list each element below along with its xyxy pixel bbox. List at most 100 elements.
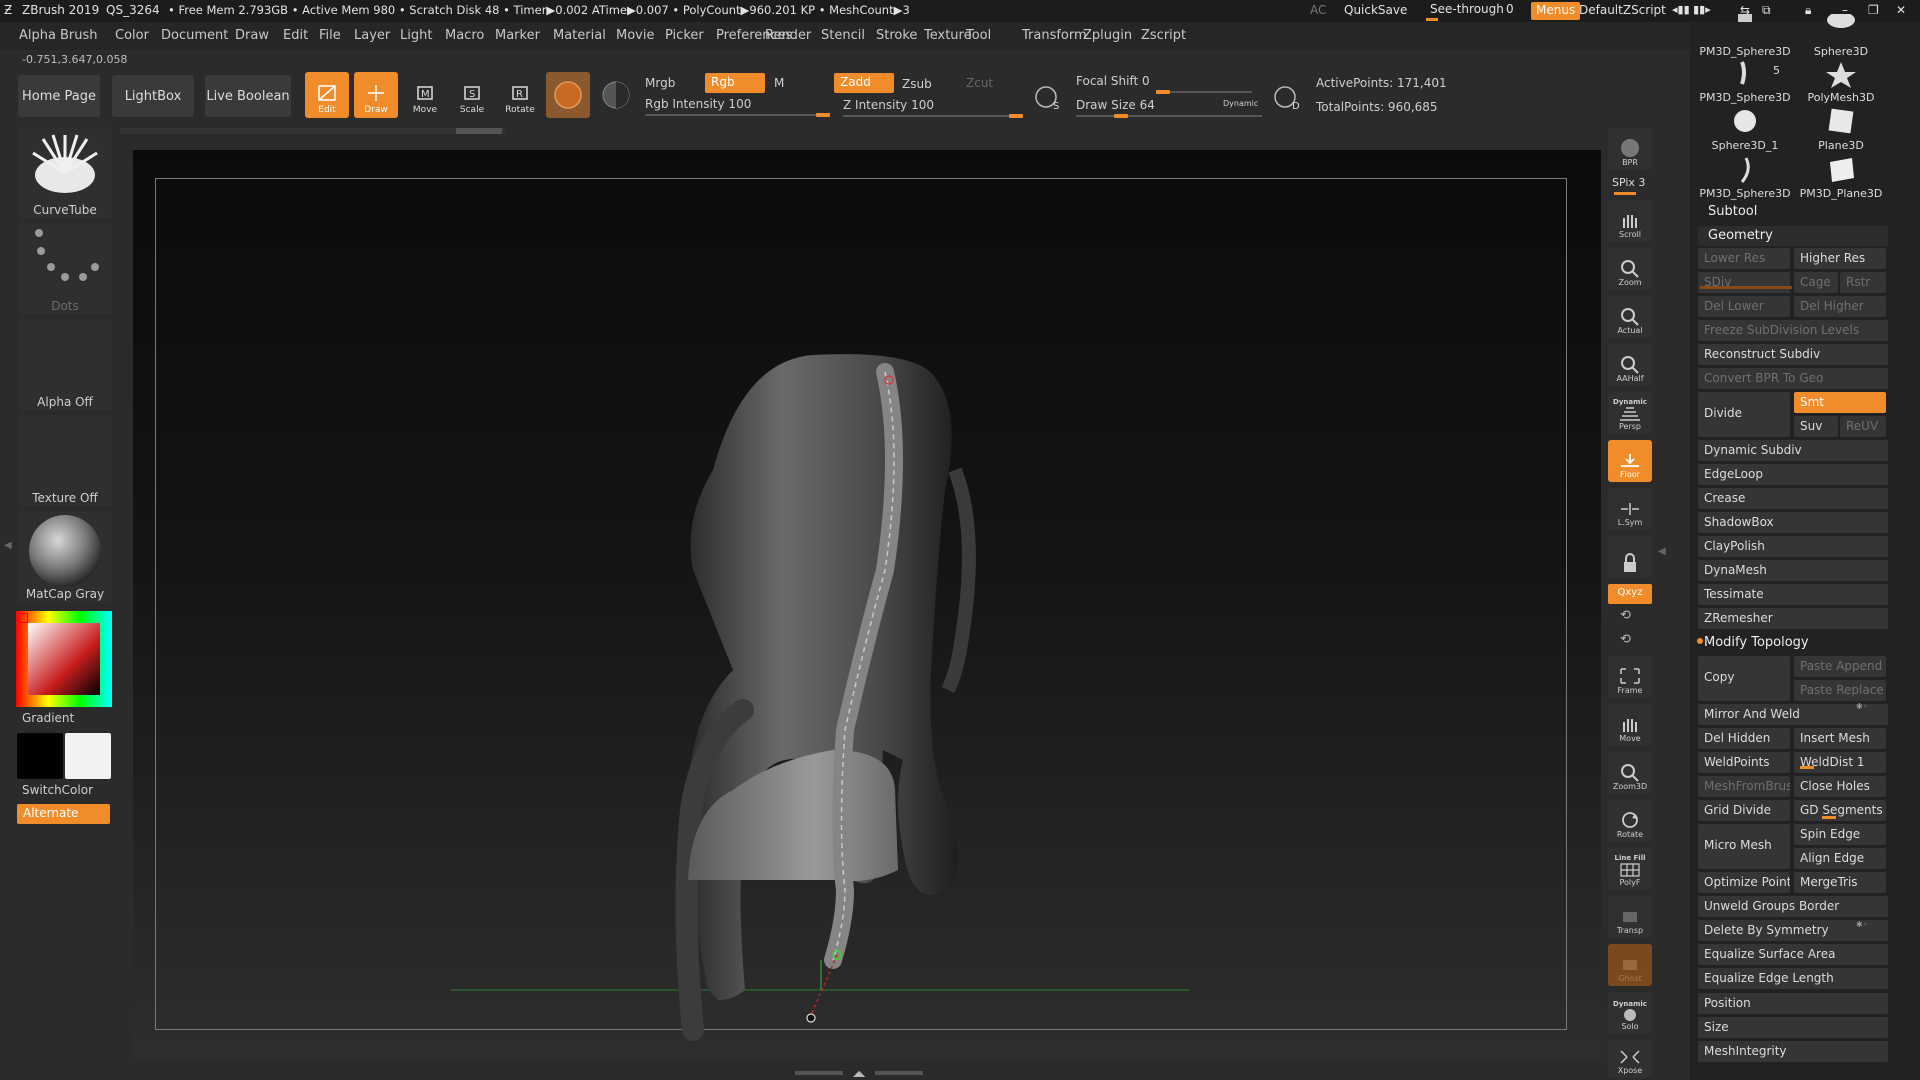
gradient-toggle[interactable]: Gradient — [22, 711, 74, 725]
del-hidden-button[interactable]: Del Hidden — [1698, 728, 1790, 749]
zoom3d-button[interactable]: Zoom3D — [1608, 752, 1652, 794]
mrgb-toggle[interactable]: Mrgb — [645, 76, 675, 90]
reuv-button[interactable]: ReUV — [1840, 416, 1886, 437]
switchcolor-button[interactable]: SwitchColor — [22, 783, 93, 797]
local-symmetry-button[interactable]: L.Sym — [1608, 488, 1652, 530]
stroke-selector[interactable]: Dots — [18, 223, 112, 315]
tool-thumbnail[interactable]: Sphere3D — [1794, 12, 1888, 60]
floor-button[interactable]: Floor — [1608, 440, 1652, 482]
actual-size-button[interactable]: Actual — [1608, 296, 1652, 338]
rstr-button[interactable]: Rstr — [1840, 272, 1886, 293]
rgb-toggle[interactable]: Rgb — [705, 73, 765, 93]
material-selector[interactable]: MatCap Gray — [18, 511, 112, 603]
dynamic-subdiv-button[interactable]: Dynamic Subdiv — [1698, 440, 1888, 461]
menu-light[interactable]: Light — [400, 28, 432, 43]
spix-slider[interactable]: SPix 3 — [1608, 176, 1652, 196]
tool-thumbnail[interactable]: PM3D_Sphere3D — [1698, 156, 1792, 202]
frame-button[interactable]: Frame — [1608, 656, 1652, 698]
menu-zplugin[interactable]: Zplugin — [1083, 28, 1132, 43]
tool-thumbnail[interactable]: PM3D_Sphere3D — [1698, 14, 1792, 60]
menu-material[interactable]: Material — [553, 28, 606, 43]
mergetris-button[interactable]: MergeTris — [1794, 872, 1886, 893]
menu-zscript[interactable]: Zscript — [1141, 28, 1186, 43]
cage-button[interactable]: Cage — [1794, 272, 1838, 293]
menu-texture[interactable]: Texture — [924, 28, 972, 43]
lightbox-button[interactable]: LightBox — [112, 75, 194, 117]
zremesher-button[interactable]: ZRemesher — [1698, 608, 1888, 629]
close-icon[interactable]: ✕ — [1896, 3, 1906, 17]
meshintegrity-button[interactable]: MeshIntegrity — [1698, 1041, 1888, 1062]
texture-selector[interactable]: Texture Off — [18, 415, 112, 507]
z-intensity-slider[interactable]: Z Intensity 100 — [843, 97, 1023, 118]
mirror-options-icon[interactable]: ✱◦ — [1856, 702, 1867, 711]
shadowbox-button[interactable]: ShadowBox — [1698, 512, 1888, 533]
live-boolean-button[interactable]: Live Boolean — [205, 75, 291, 117]
move-view-button[interactable]: Move — [1608, 704, 1652, 746]
smt-button[interactable]: Smt — [1794, 392, 1886, 413]
aahalf-button[interactable]: AAHalf — [1608, 344, 1652, 386]
zcut-toggle[interactable]: Zcut — [966, 76, 993, 90]
weldpoints-button[interactable]: WeldPoints — [1698, 752, 1790, 773]
subtool-header[interactable]: Subtool — [1708, 204, 1757, 219]
menu-render[interactable]: Render — [765, 28, 811, 43]
menu-document[interactable]: Document — [161, 28, 228, 43]
material-swatch-button[interactable] — [546, 72, 590, 118]
size-button[interactable]: Size — [1698, 1017, 1888, 1038]
home-page-button[interactable]: Home Page — [18, 75, 100, 117]
bpr-render-button[interactable]: BPR — [1608, 128, 1652, 170]
perspective-button[interactable]: Dynamic Persp — [1608, 392, 1652, 434]
reconstruct-button[interactable]: Reconstruct Subdiv — [1698, 344, 1888, 365]
lazy-mouse-s-icon[interactable]: S — [1033, 82, 1063, 112]
divide-button[interactable]: Divide — [1698, 392, 1790, 437]
menu-macro[interactable]: Macro — [445, 28, 484, 43]
align-edge-button[interactable]: Align Edge — [1794, 848, 1886, 869]
zoom-button[interactable]: Zoom — [1608, 248, 1652, 290]
alpha-selector[interactable]: Alpha Off — [18, 319, 112, 411]
zsub-toggle[interactable]: Zsub — [902, 77, 932, 91]
secondary-color-swatch[interactable] — [65, 733, 111, 779]
transparency-button[interactable]: Transp — [1608, 896, 1652, 938]
right-tray-collapse-icon[interactable]: ◀ — [1658, 546, 1666, 557]
shelf-scrollbar[interactable] — [120, 128, 505, 134]
spin-edge-button[interactable]: Spin Edge — [1794, 824, 1886, 845]
z-rotation-icon[interactable]: ⟲ — [1620, 632, 1631, 647]
menu-movie[interactable]: Movie — [616, 28, 654, 43]
crease-button[interactable]: Crease — [1698, 488, 1888, 509]
menu-stencil[interactable]: Stencil — [821, 28, 865, 43]
menus-toggle[interactable]: Menus — [1531, 2, 1581, 20]
zadd-toggle[interactable]: Zadd — [834, 73, 894, 93]
color-picker[interactable] — [16, 611, 112, 707]
claypolish-button[interactable]: ClayPolish — [1698, 536, 1888, 557]
del-higher-button[interactable]: Del Higher — [1794, 296, 1886, 317]
menu-file[interactable]: File — [319, 28, 341, 43]
scroll-button[interactable]: Scroll — [1608, 200, 1652, 242]
bottom-tray-handle[interactable]: ◢◣ — [795, 1069, 925, 1078]
menu-stroke[interactable]: Stroke — [876, 28, 917, 43]
backface-d-icon[interactable]: D — [1272, 82, 1302, 112]
welddist-button[interactable]: WeldDist 1 — [1794, 752, 1886, 773]
draw-size-slider[interactable]: Draw Size 64 Dynamic — [1076, 97, 1262, 118]
del-lower-button[interactable]: Del Lower — [1698, 296, 1790, 317]
suv-button[interactable]: Suv — [1794, 416, 1838, 437]
tool-thumbnail[interactable]: 5 PM3D_Sphere3D — [1698, 60, 1792, 106]
menu-transform[interactable]: Transform — [1022, 28, 1087, 43]
scale-mode-button[interactable]: S Scale — [450, 72, 494, 118]
paste-replace-button[interactable]: Paste Replace — [1794, 680, 1886, 701]
copy-button[interactable]: Copy — [1698, 656, 1790, 701]
tool-thumbnail[interactable]: Sphere3D_1 — [1698, 108, 1792, 154]
default-zscript-button[interactable]: DefaultZScript — [1579, 3, 1666, 17]
equalize-edge-button[interactable]: Equalize Edge Length — [1698, 968, 1888, 989]
xpose-button[interactable]: Xpose — [1608, 1040, 1652, 1078]
menu-alpha[interactable]: Alpha — [19, 28, 56, 43]
geometry-header[interactable]: Geometry — [1698, 226, 1888, 246]
higher-res-button[interactable]: Higher Res — [1794, 248, 1886, 269]
m-toggle[interactable]: M — [774, 76, 784, 90]
see-through-slider[interactable]: See-through 0 — [1424, 2, 1516, 21]
rotate-mode-button[interactable]: R Rotate — [498, 72, 542, 118]
optimize-points-button[interactable]: Optimize Points — [1698, 872, 1790, 893]
tool-thumbnail[interactable]: PolyMesh3D — [1794, 60, 1888, 106]
tool-thumbnail[interactable]: Plane3D — [1794, 108, 1888, 154]
menu-draw[interactable]: Draw — [235, 28, 269, 43]
move-mode-button[interactable]: M Move — [403, 72, 447, 118]
draw-mode-button[interactable]: Draw — [354, 72, 398, 118]
